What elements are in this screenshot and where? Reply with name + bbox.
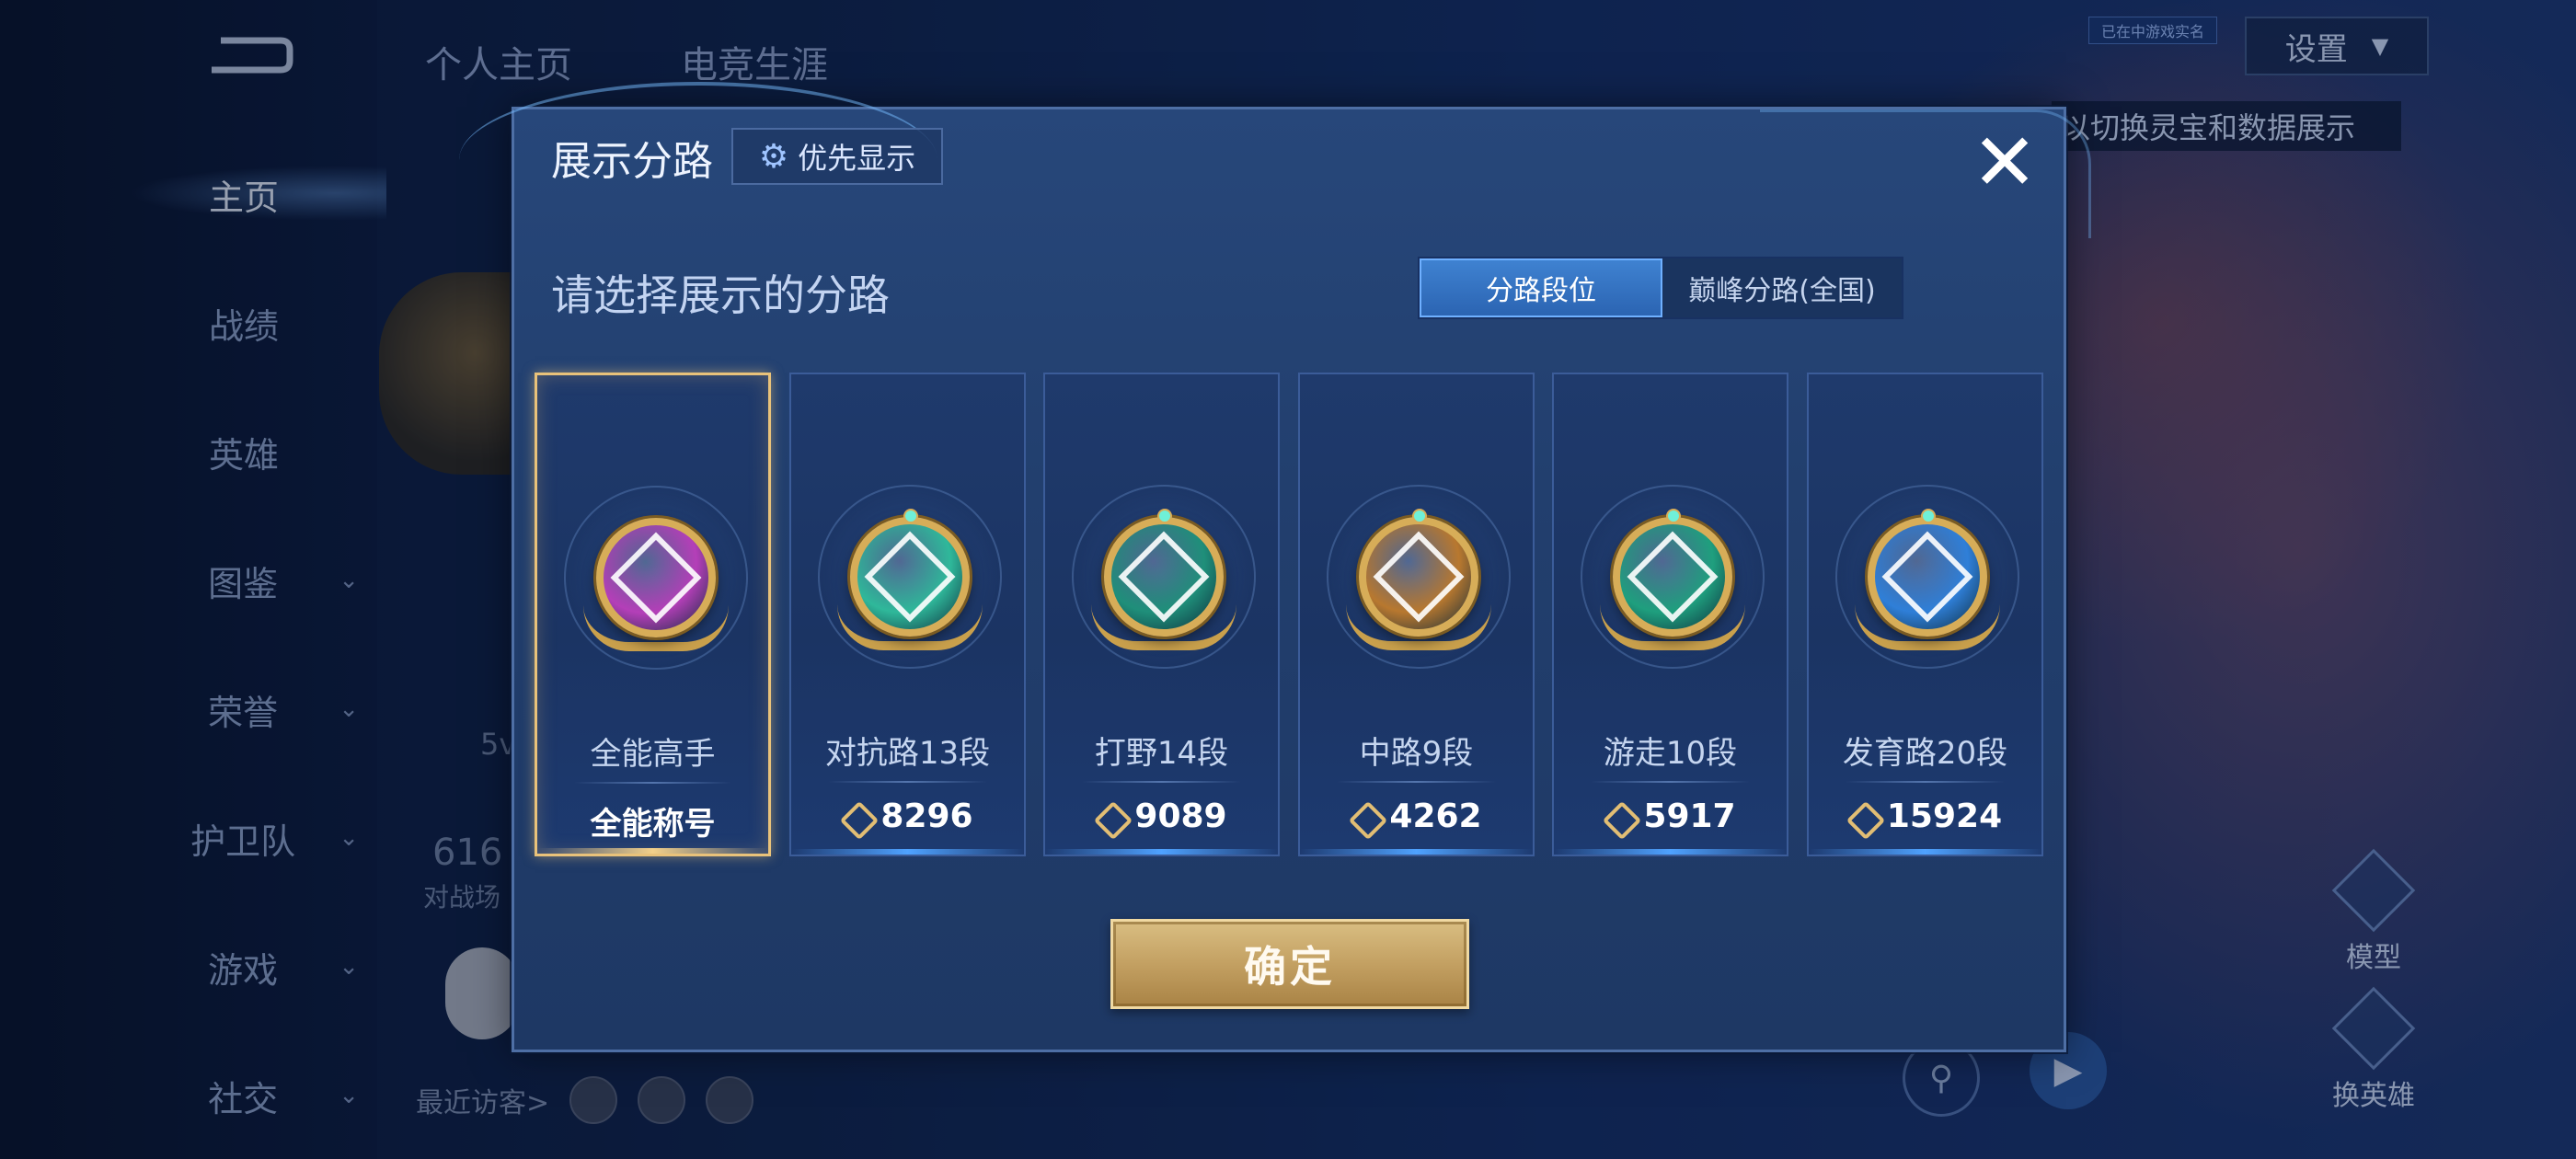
divider	[1846, 781, 2005, 783]
divider	[574, 782, 731, 784]
lane-badge-icon	[1359, 517, 1478, 637]
badge-gem	[1157, 509, 1172, 523]
priority-display-button[interactable]: ⚙ 优先显示	[731, 128, 943, 185]
score-value: 5917	[1643, 798, 1736, 835]
confirm-button[interactable]: 确定	[1110, 919, 1469, 1009]
divider	[828, 781, 987, 783]
badge-emblem	[1118, 531, 1210, 623]
lane-card[interactable]: 发育路20段 15924	[1807, 373, 2043, 856]
title-label: 全能称号	[590, 806, 716, 843]
lane-card[interactable]: 打野14段 9089	[1043, 373, 1280, 856]
lane-score: 5917	[1554, 798, 1787, 835]
close-icon[interactable]: ✕	[1968, 123, 2041, 202]
badge-emblem	[864, 531, 956, 623]
tab-peak-lane-national[interactable]: 巅峰分路(全国)	[1662, 258, 1902, 317]
lane-rank-label: 游走10段	[1603, 735, 1738, 772]
dialog-subtitle: 请选择展示的分路	[551, 270, 890, 320]
score-icon	[1351, 803, 1378, 831]
priority-display-label: 优先显示	[798, 141, 916, 176]
badge-emblem	[1373, 531, 1465, 623]
lane-rank-label: 全能高手	[590, 736, 716, 773]
lane-badge-icon	[1104, 517, 1224, 637]
score-icon	[842, 803, 869, 831]
lane-rank-label: 中路9段	[1359, 735, 1474, 772]
score-icon	[1096, 803, 1123, 831]
score-value: 15924	[1886, 798, 2003, 835]
divider	[1082, 781, 1241, 783]
lane-rank-label: 打野14段	[1094, 735, 1229, 772]
lane-rank-label: 发育路20段	[1842, 735, 2008, 772]
badge-gem	[1666, 509, 1681, 523]
badge-gem	[1412, 509, 1427, 523]
lane-card[interactable]: 中路9段 4262	[1298, 373, 1535, 856]
dialog-title: 展示分路	[551, 138, 713, 185]
lane-type-toggle: 分路段位 巅峰分路(全国)	[1418, 257, 1903, 319]
lane-rank-label: 对抗路13段	[824, 735, 991, 772]
lane-badge-icon	[1613, 517, 1732, 637]
lane-score: 15924	[1809, 798, 2041, 835]
badge-emblem	[1627, 531, 1719, 623]
score-value: 4262	[1389, 798, 1482, 835]
badge-emblem	[610, 532, 702, 624]
lane-card[interactable]: 游走10段 5917	[1552, 373, 1788, 856]
score-icon	[1848, 803, 1876, 831]
score-value: 8296	[880, 798, 973, 835]
tab-lane-rank[interactable]: 分路段位	[1420, 258, 1662, 317]
lane-score: 8296	[791, 798, 1024, 835]
decorative-swirl	[1760, 109, 2091, 238]
lane-card[interactable]: 对抗路13段 8296	[789, 373, 1026, 856]
divider	[1337, 781, 1496, 783]
lane-badge-icon	[596, 518, 716, 637]
divider	[1591, 781, 1750, 783]
lane-card[interactable]: 全能高手 全能称号	[535, 373, 771, 856]
gear-icon: ⚙	[758, 137, 789, 176]
lane-display-dialog: 展示分路 ⚙ 优先显示 ✕ 请选择展示的分路 分路段位 巅峰分路(全国) 全能高…	[459, 82, 2091, 1052]
lane-cards: 全能高手 全能称号 对抗路13段 8296 打野14段 9089 中路9段 4262 游走10段…	[535, 373, 2045, 856]
badge-gem	[1921, 509, 1936, 523]
score-value: 9089	[1134, 798, 1227, 835]
score-icon	[1604, 803, 1632, 831]
badge-gem	[903, 509, 918, 523]
badge-emblem	[1881, 531, 1973, 623]
lane-badge-icon	[850, 517, 970, 637]
lane-score: 9089	[1045, 798, 1278, 835]
lane-score: 4262	[1300, 798, 1533, 835]
lane-badge-icon	[1868, 517, 1987, 637]
lane-score: 全能称号	[537, 798, 768, 843]
